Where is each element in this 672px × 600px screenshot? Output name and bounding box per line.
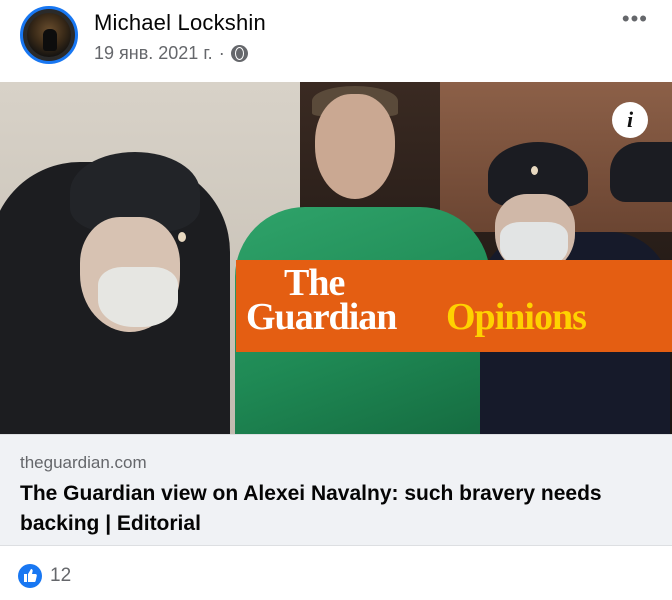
globe-icon[interactable] bbox=[230, 45, 248, 62]
meta-separator: · bbox=[218, 43, 225, 63]
hat-badge-left bbox=[178, 232, 186, 242]
post-date[interactable]: 19 янв. 2021 г. bbox=[94, 43, 213, 64]
photo-person-face bbox=[315, 94, 395, 199]
post-meta: 19 янв. 2021 г. · bbox=[94, 43, 248, 64]
author-avatar[interactable] bbox=[20, 6, 78, 64]
link-preview-image[interactable]: i bbox=[0, 82, 672, 434]
reaction-count: 12 bbox=[50, 565, 72, 586]
photo-officer-far-right-hat bbox=[610, 142, 672, 202]
like-icon bbox=[18, 564, 42, 588]
photo-officer-left-mask bbox=[98, 267, 178, 327]
link-preview-card[interactable]: theguardian.com The Guardian view on Ale… bbox=[0, 434, 672, 546]
guardian-logo-guardian: Guardian bbox=[246, 296, 397, 338]
post-header: Michael Lockshin 19 янв. 2021 г. · ••• bbox=[0, 0, 672, 82]
info-icon[interactable]: i bbox=[612, 102, 648, 138]
guardian-logo-opinions: Opinions bbox=[446, 296, 587, 338]
link-domain: theguardian.com bbox=[20, 453, 147, 472]
hat-badge-right bbox=[531, 166, 538, 175]
more-options-button[interactable]: ••• bbox=[622, 8, 648, 30]
reactions-summary[interactable]: 12 bbox=[18, 564, 71, 588]
avatar-figure bbox=[43, 29, 57, 51]
author-name[interactable]: Michael Lockshin bbox=[94, 10, 266, 36]
link-title: The Guardian view on Alexei Navalny: suc… bbox=[20, 482, 602, 535]
